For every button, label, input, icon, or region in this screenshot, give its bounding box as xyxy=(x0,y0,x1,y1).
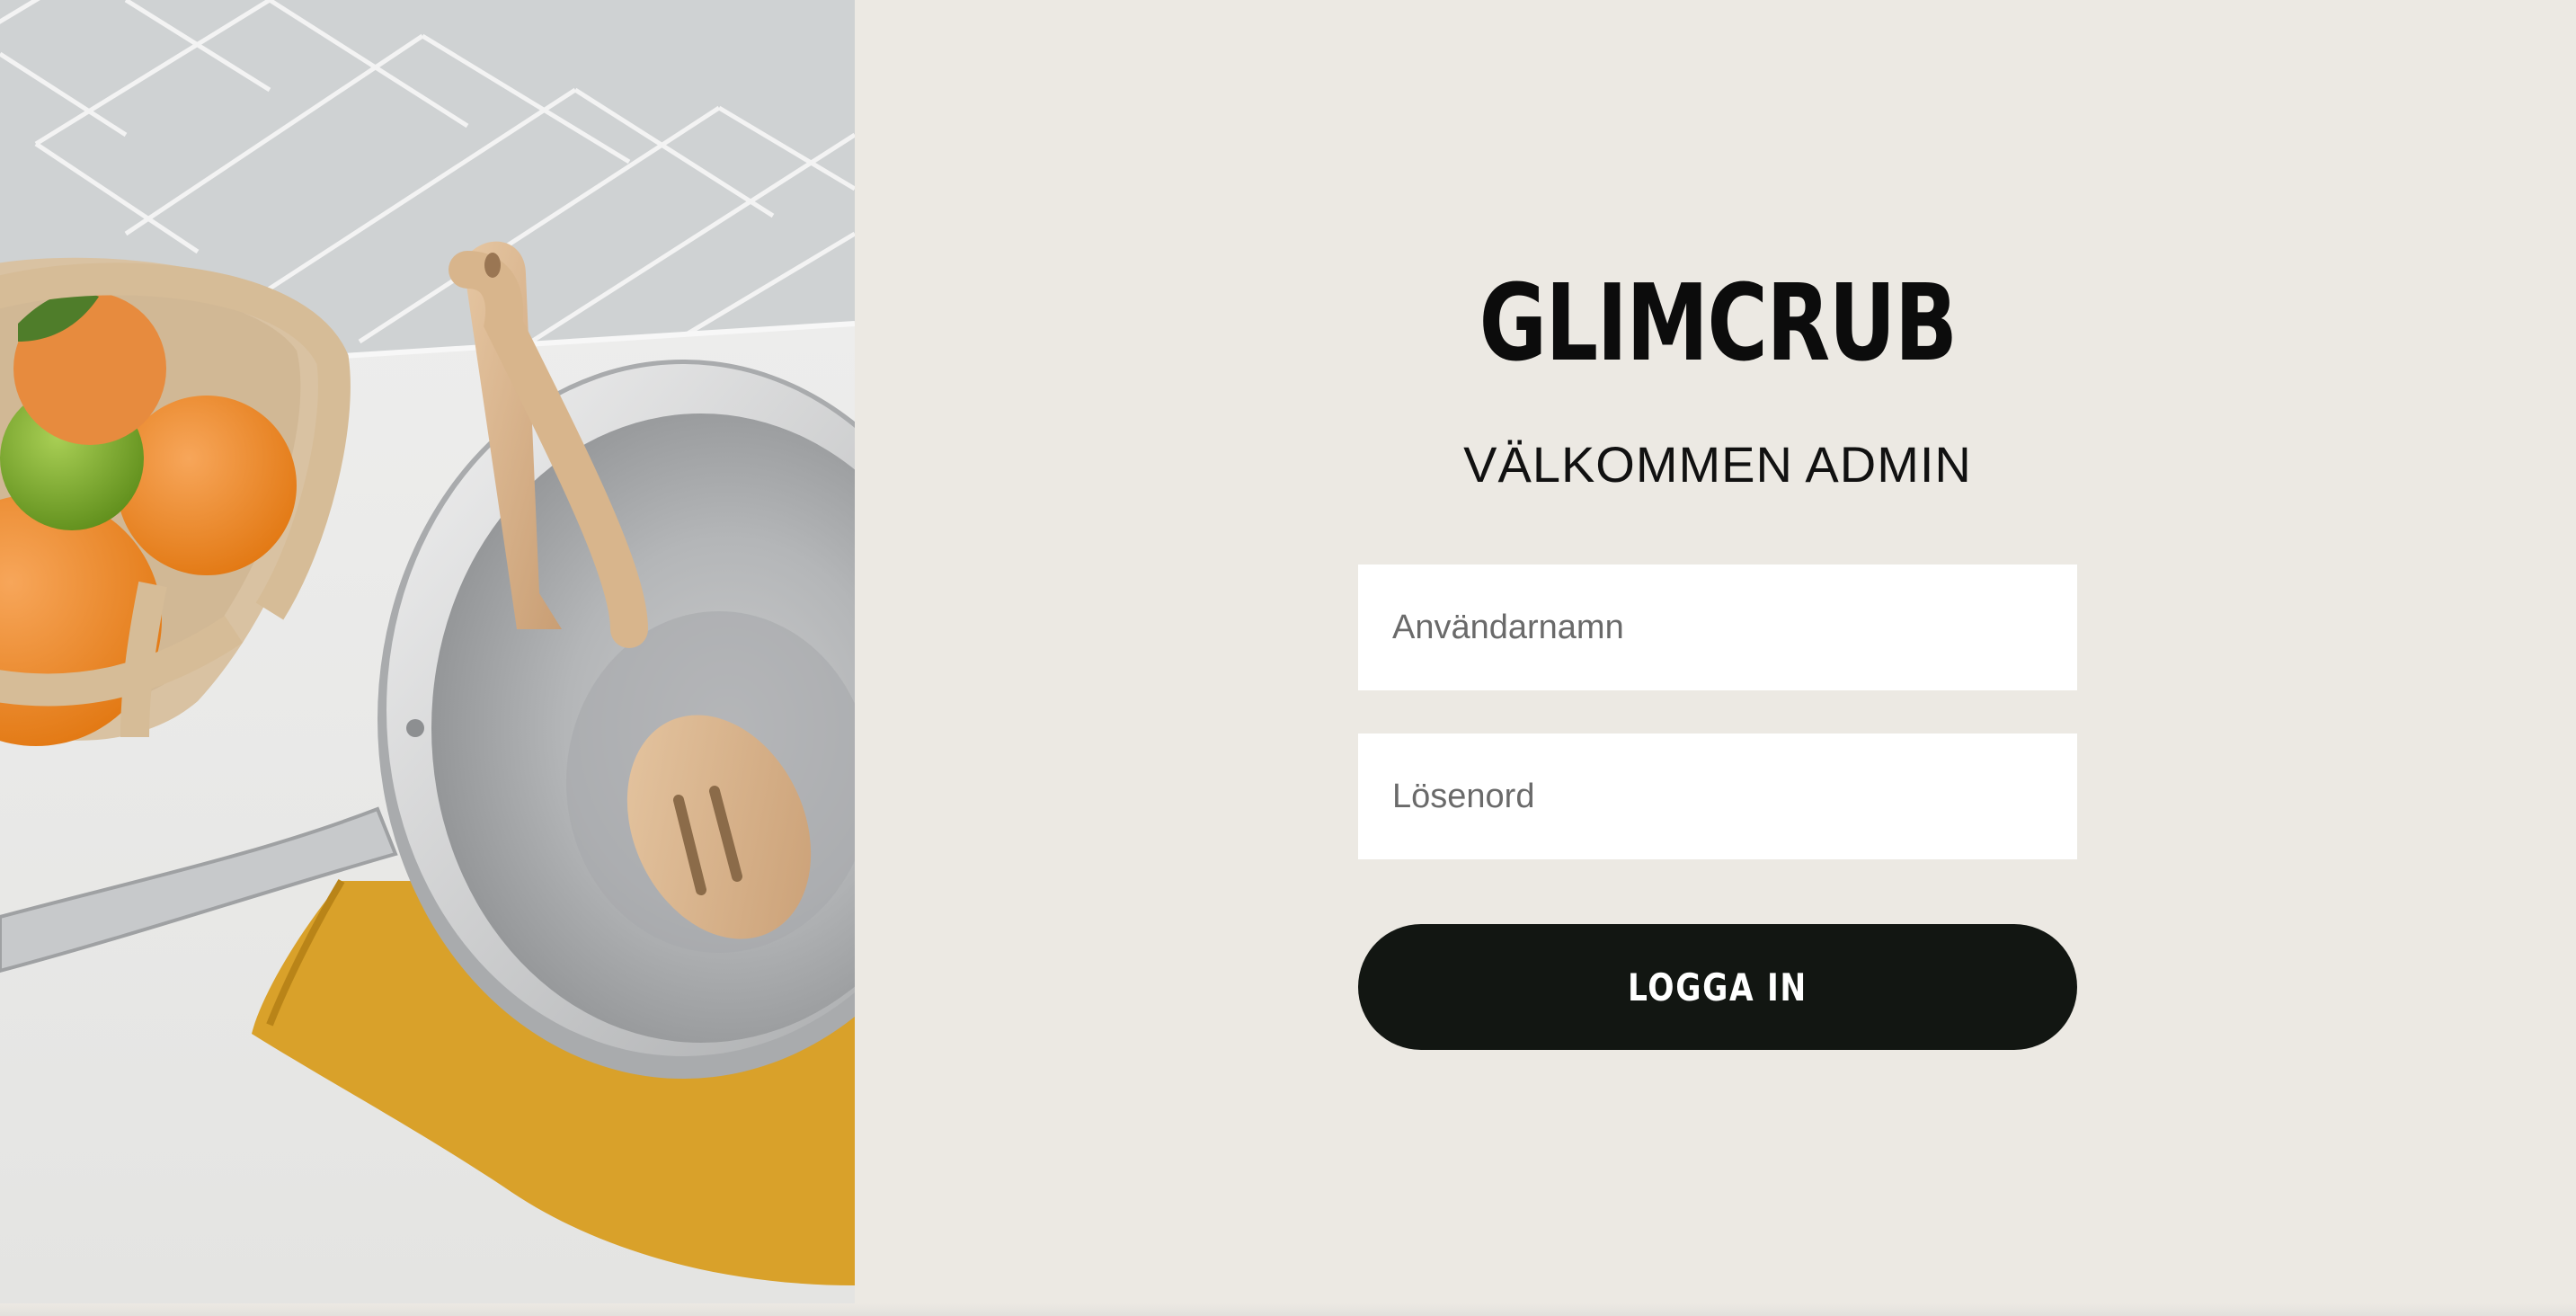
kitchen-photo xyxy=(0,0,855,1316)
username-input[interactable] xyxy=(1358,565,2077,690)
login-panel: GLIMCRUB VÄLKOMMEN ADMIN LOGGA IN xyxy=(855,0,2576,1316)
login-button-label: LOGGA IN xyxy=(1628,965,1808,1009)
login-button[interactable]: LOGGA IN xyxy=(1358,924,2077,1050)
hero-image-panel xyxy=(0,0,855,1316)
password-input[interactable] xyxy=(1358,734,2077,859)
brand-logo: GLIMCRUB xyxy=(1479,261,1958,385)
login-page: GLIMCRUB VÄLKOMMEN ADMIN LOGGA IN xyxy=(0,0,2576,1316)
welcome-heading: VÄLKOMMEN ADMIN xyxy=(1463,436,1972,493)
bottom-edge-divider xyxy=(0,1303,2576,1316)
login-form: GLIMCRUB VÄLKOMMEN ADMIN LOGGA IN xyxy=(1358,270,2077,1050)
